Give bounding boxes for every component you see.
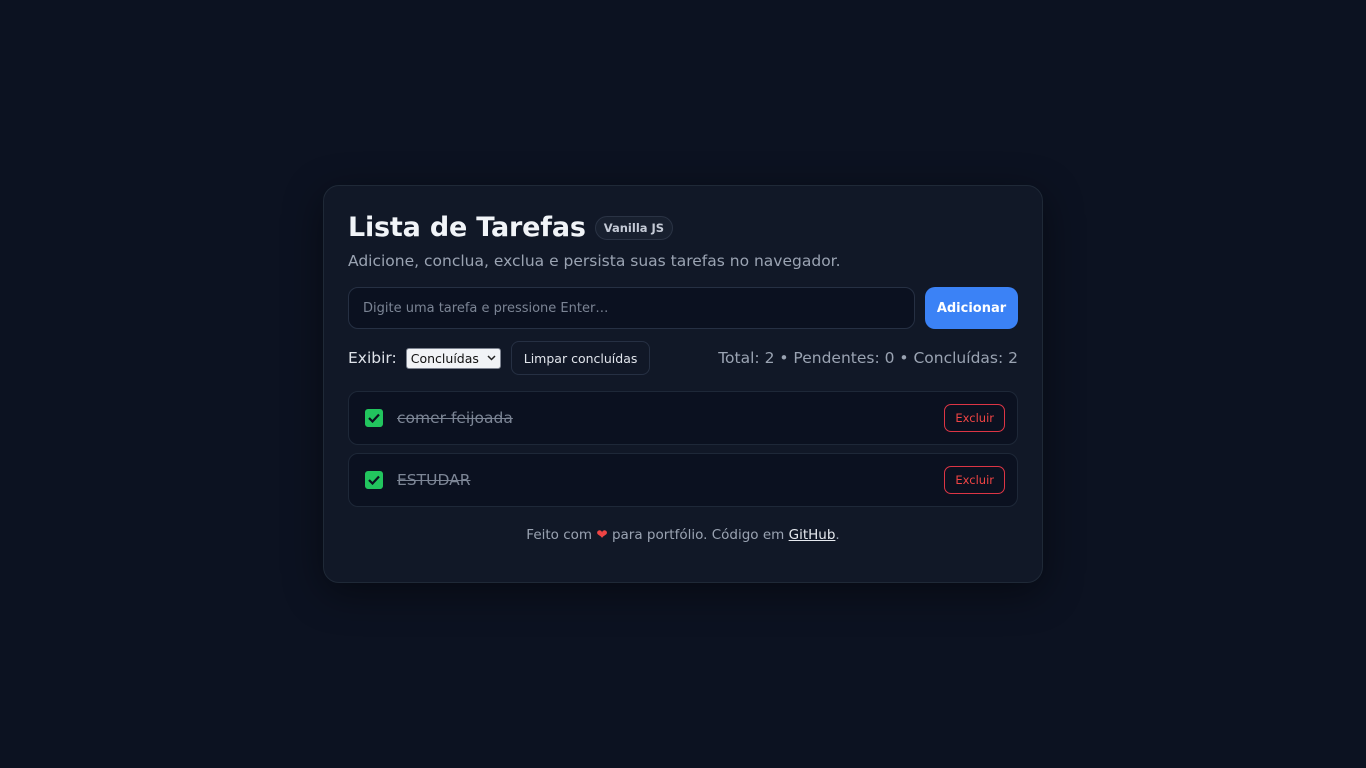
title-row: Lista de Tarefas Vanilla JS	[348, 212, 674, 243]
add-button[interactable]: Adicionar	[925, 287, 1018, 329]
filter-row: Exibir: Concluídas Limpar concluídas Tot…	[348, 341, 1018, 375]
delete-task-button[interactable]: Excluir	[944, 404, 1005, 432]
task-checkbox[interactable]	[365, 471, 383, 489]
delete-task-button[interactable]: Excluir	[944, 466, 1005, 494]
filter-label: Exibir:	[348, 349, 397, 367]
page-title: Lista de Tarefas	[348, 212, 586, 243]
task-input[interactable]	[348, 287, 915, 329]
footer: Feito com ❤ para portfólio. Código em Gi…	[324, 527, 1042, 543]
footer-middle: para portfólio. Código em	[611, 527, 785, 543]
github-link[interactable]: GitHub	[789, 527, 836, 543]
tech-badge: Vanilla JS	[594, 215, 674, 240]
todo-card: Lista de Tarefas Vanilla JS Adicione, co…	[323, 185, 1043, 583]
heart-icon: ❤	[596, 527, 608, 543]
footer-prefix: Feito com	[526, 527, 593, 543]
task-text: comer feijoada	[397, 409, 513, 427]
chevron-down-icon	[487, 353, 496, 364]
filter-selected-value: Concluídas	[410, 350, 479, 366]
clear-completed-button[interactable]: Limpar concluídas	[510, 341, 651, 375]
footer-suffix: .	[835, 527, 840, 543]
task-stats: Total: 2 • Pendentes: 0 • Concluídas: 2	[718, 349, 1018, 367]
task-list: comer feijoada Excluir ESTUDAR Excluir	[348, 391, 1018, 515]
filter-select[interactable]: Concluídas	[405, 347, 501, 369]
checkmark-icon	[368, 475, 380, 485]
task-item: ESTUDAR Excluir	[348, 453, 1018, 507]
checkmark-icon	[368, 413, 380, 423]
task-checkbox[interactable]	[365, 409, 383, 427]
task-text: ESTUDAR	[397, 471, 471, 489]
task-item: comer feijoada Excluir	[348, 391, 1018, 445]
page-subtitle: Adicione, conclua, exclua e persista sua…	[348, 252, 841, 270]
add-task-form: Adicionar	[348, 287, 1018, 329]
